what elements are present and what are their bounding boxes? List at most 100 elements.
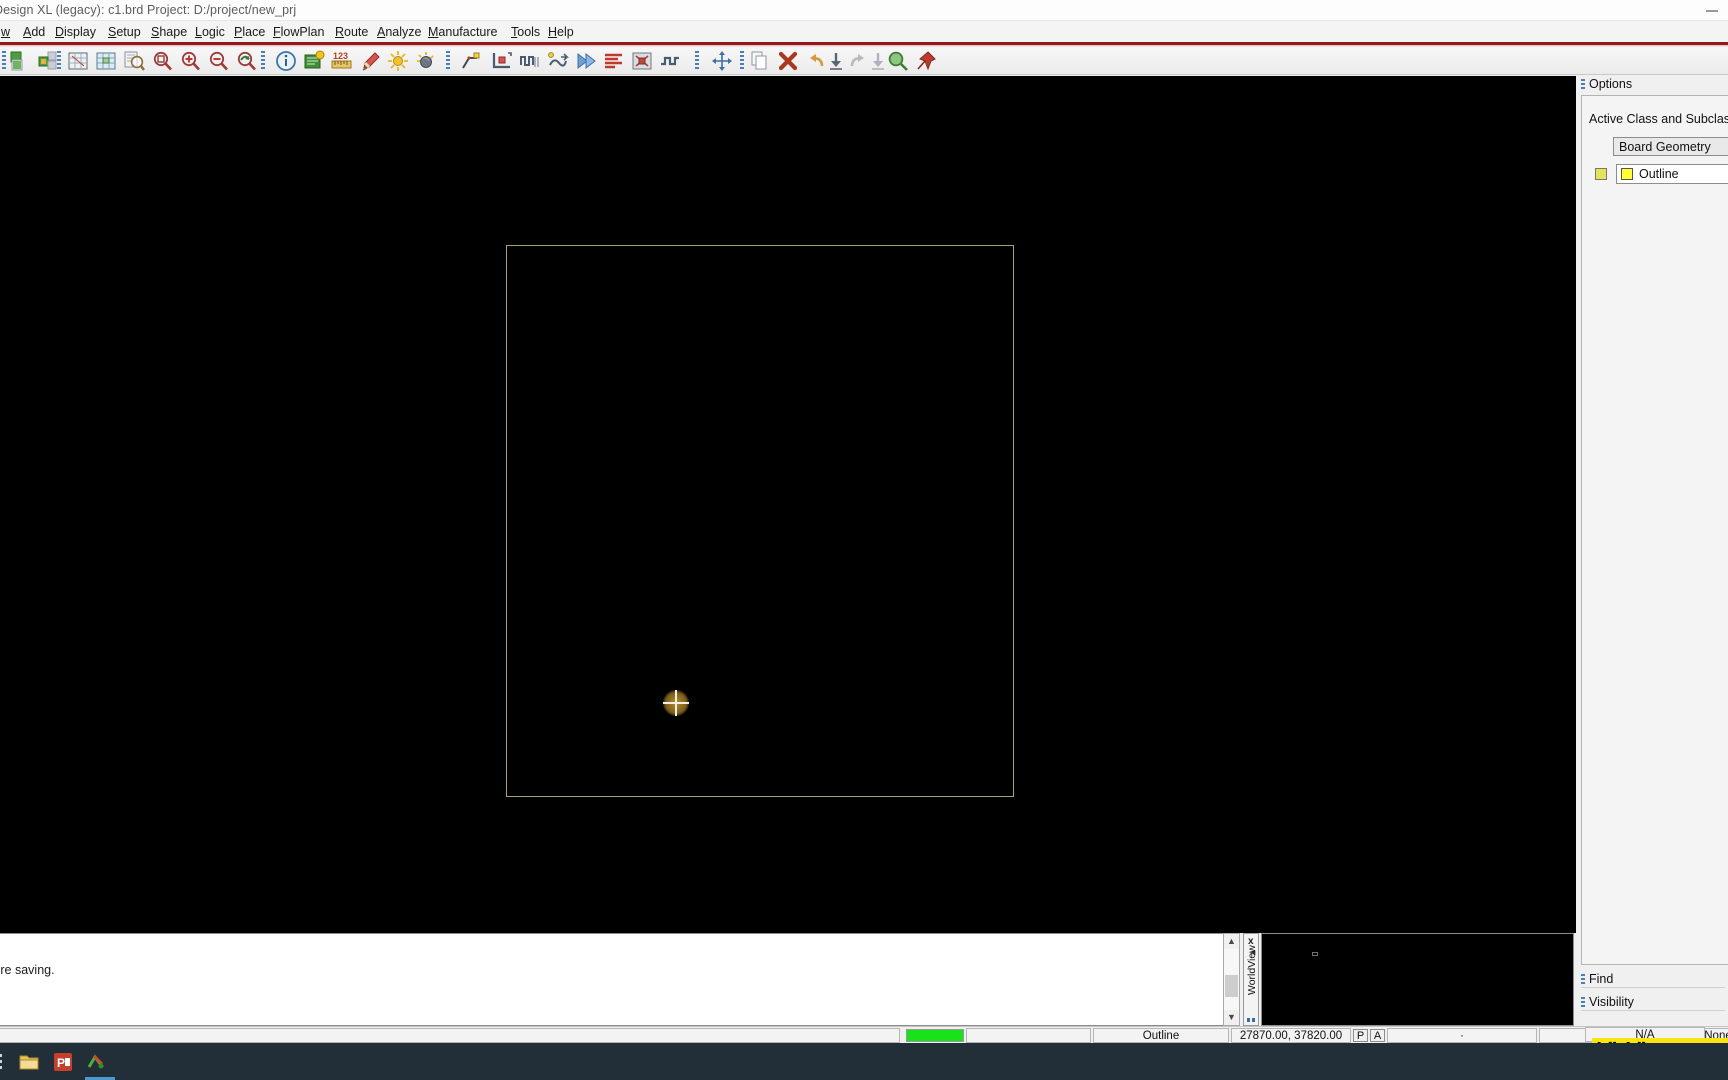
log-scrollbar[interactable]: ▲ ▼ xyxy=(1223,933,1240,1026)
zoom-world-icon[interactable] xyxy=(94,49,118,73)
main-toolbar: 123 xyxy=(0,47,1728,75)
save-icon[interactable] xyxy=(824,49,848,73)
auto-route-icon[interactable] xyxy=(574,49,598,73)
zoom-selection-icon[interactable] xyxy=(150,49,174,73)
right-dock: Options Active Class and Subclass: Board… xyxy=(1578,76,1728,1033)
find-panel-header[interactable]: Find xyxy=(1578,971,1728,988)
visibility-grip-icon[interactable] xyxy=(1581,997,1585,1008)
worldview-tab-strip[interactable]: x ◄ WorldView xyxy=(1243,933,1259,1026)
slide-icon[interactable] xyxy=(490,49,514,73)
spread-traces-icon[interactable] xyxy=(658,49,682,73)
zoom-fit-icon[interactable] xyxy=(66,49,90,73)
ratsnest-icon[interactable] xyxy=(602,49,626,73)
os-taskbar: P xyxy=(0,1043,1728,1080)
alt-mode-button[interactable]: A xyxy=(1370,1029,1385,1042)
menu-item-logic[interactable]: Logic xyxy=(190,24,230,40)
delete-icon[interactable] xyxy=(776,49,800,73)
zoom-by-points-icon[interactable] xyxy=(122,49,146,73)
menu-item-help[interactable]: Help xyxy=(543,24,579,40)
scroll-down-button[interactable]: ▼ xyxy=(1224,1010,1239,1025)
svg-text:P: P xyxy=(57,1056,65,1070)
show-element-icon[interactable] xyxy=(274,49,298,73)
powerpoint-icon[interactable]: P xyxy=(52,1051,74,1073)
visibility-panel-header[interactable]: Visibility xyxy=(1578,994,1728,1011)
delay-tune-icon[interactable] xyxy=(518,49,542,73)
menu-item-manufacture[interactable]: Manufacture xyxy=(423,24,503,40)
add-connect-icon[interactable] xyxy=(458,49,482,73)
zoom-previous-icon[interactable] xyxy=(234,49,258,73)
zoom-out-icon[interactable] xyxy=(206,49,230,73)
active-class-label: Active Class and Subclass: xyxy=(1589,112,1728,126)
active-class-select[interactable]: Board Geometry xyxy=(1613,137,1728,156)
options-panel-body: Active Class and Subclass: Board Geometr… xyxy=(1581,95,1728,965)
worldview-viewport-marker xyxy=(1312,952,1318,956)
subclass-row[interactable]: Outline xyxy=(1590,164,1728,186)
scroll-up-button[interactable]: ▲ xyxy=(1224,934,1239,949)
options-panel-header[interactable]: Options xyxy=(1578,76,1728,93)
find-panel-title: Find xyxy=(1589,972,1614,986)
zoom-in-icon[interactable] xyxy=(178,49,202,73)
status-layer-field: Outline xyxy=(1093,1028,1229,1043)
pin-icon[interactable] xyxy=(914,49,938,73)
toolbar-grip[interactable] xyxy=(261,51,265,71)
visibility-panel-title: Visibility xyxy=(1589,995,1634,1009)
svg-text:123: 123 xyxy=(333,51,348,61)
menu-item-place[interactable]: Place xyxy=(229,24,270,40)
toolbar-grip[interactable] xyxy=(695,51,699,71)
menu-item-route[interactable]: Route xyxy=(330,24,373,40)
net-schedule-icon[interactable] xyxy=(630,49,654,73)
log-line: o disk. xyxy=(0,991,55,1004)
subclass-visibility-swatch[interactable] xyxy=(1595,168,1607,180)
taskbar-grip-icon xyxy=(0,1051,18,1073)
worldview-tab-label: WorldView xyxy=(1246,945,1258,995)
pick-mode-button[interactable]: P xyxy=(1353,1029,1368,1042)
pcb-app-icon[interactable] xyxy=(85,1051,107,1073)
board-outline[interactable] xyxy=(506,245,1014,797)
menu-item-flowplan[interactable]: FlowPlan xyxy=(268,24,329,40)
toolbar-grip[interactable] xyxy=(740,51,744,71)
command-log-pane[interactable]: 0.00 37510.000.00 38590.00rtial design c… xyxy=(0,933,1225,1026)
application-window: Design XL (legacy): c1.brd Project: D:/p… xyxy=(0,0,1728,1043)
status-coordinates-field: 27870.00, 37820.00 xyxy=(1231,1028,1351,1043)
status-bar: Outline 27870.00, 37820.00 P A · None xyxy=(0,1026,1728,1043)
log-line: o disk. xyxy=(0,977,55,990)
menu-bar: w Add Display Setup Shape Logic Place FlowPlan R… xyxy=(0,21,1728,42)
search-icon[interactable] xyxy=(886,49,910,73)
worldview-grip[interactable] xyxy=(1247,1018,1256,1022)
toolbar-grip[interactable] xyxy=(57,51,61,71)
file-explorer-icon[interactable] xyxy=(18,1051,40,1073)
toolbar-grip[interactable] xyxy=(2,51,6,71)
open-design-icon[interactable] xyxy=(8,49,32,73)
menu-item-display[interactable]: Display xyxy=(50,24,101,40)
toolbar-grip[interactable] xyxy=(446,51,450,71)
menu-item-analyze[interactable]: Analyze xyxy=(372,24,426,40)
status-dot-field: · xyxy=(1387,1028,1537,1043)
menu-item-add[interactable]: Add xyxy=(18,24,50,40)
menu-item-tools[interactable]: Tools xyxy=(506,24,545,40)
log-line: 0.00 37510.00 xyxy=(0,937,55,950)
crosshair-cursor xyxy=(660,687,692,719)
menu-item-shape[interactable]: Shape xyxy=(146,24,192,40)
menu-item-w[interactable]: w xyxy=(0,24,15,40)
window-title: Design XL (legacy): c1.brd Project: D:/p… xyxy=(0,3,297,17)
subclass-field[interactable]: Outline xyxy=(1616,164,1728,184)
options-grip-icon[interactable] xyxy=(1581,79,1585,90)
title-bar: Design XL (legacy): c1.brd Project: D:/p… xyxy=(0,0,1728,21)
menu-item-setup[interactable]: Setup xyxy=(103,24,146,40)
design-canvas[interactable] xyxy=(0,76,1576,933)
move-icon[interactable] xyxy=(710,49,734,73)
copy-icon[interactable] xyxy=(748,49,772,73)
highlight-icon[interactable] xyxy=(358,49,382,73)
worldview-panel[interactable] xyxy=(1261,933,1574,1026)
assign-color-icon[interactable] xyxy=(302,49,326,73)
minimize-button[interactable] xyxy=(1704,6,1720,16)
status-spare-field xyxy=(966,1028,1091,1043)
subclass-color-swatch[interactable] xyxy=(1621,168,1633,180)
color-on-icon[interactable] xyxy=(386,49,410,73)
options-panel-title: Options xyxy=(1589,77,1633,91)
color-off-icon[interactable] xyxy=(414,49,438,73)
scrollbar-thumb[interactable] xyxy=(1225,975,1238,997)
custom-smooth-icon[interactable] xyxy=(546,49,570,73)
find-grip-icon[interactable] xyxy=(1581,974,1585,985)
measure-icon[interactable]: 123 xyxy=(330,49,354,73)
